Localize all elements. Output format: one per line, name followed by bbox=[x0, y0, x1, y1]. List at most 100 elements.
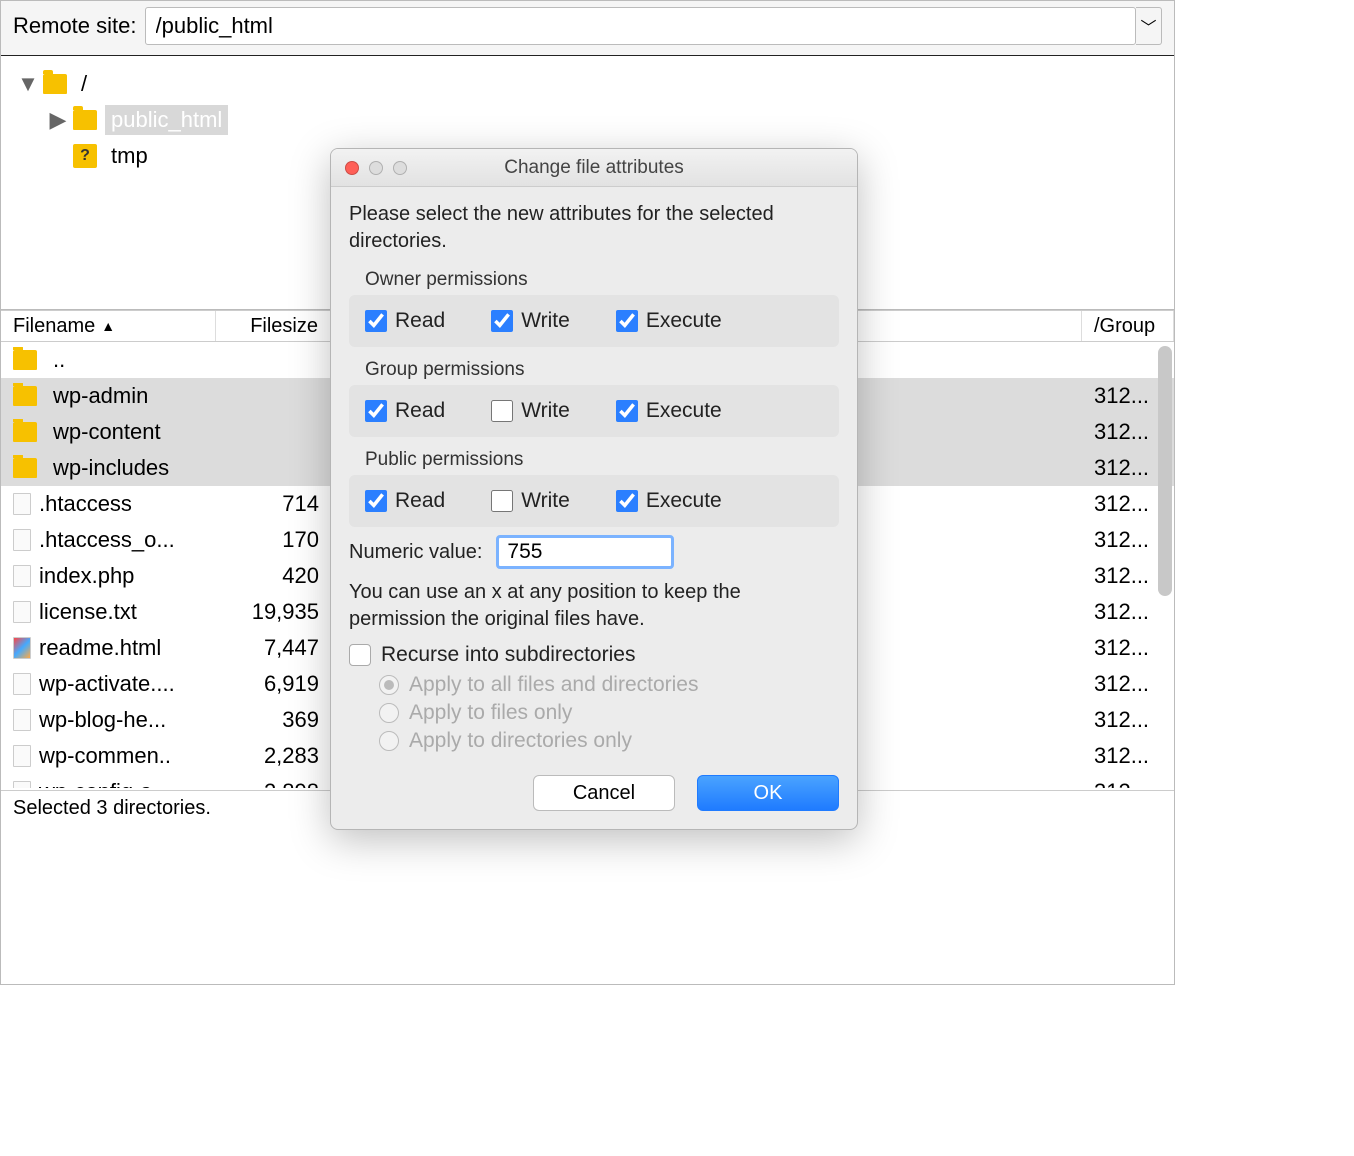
public-execute-checkbox[interactable]: Execute bbox=[616, 489, 722, 513]
column-filename-label: Filename bbox=[13, 315, 95, 338]
cell-filename: wp-activate.... bbox=[1, 671, 216, 697]
filename-text: wp-config-s bbox=[39, 779, 151, 788]
file-icon bbox=[13, 493, 31, 515]
group-read-checkbox[interactable]: Read bbox=[365, 399, 445, 423]
public-read-checkbox[interactable]: Read bbox=[365, 489, 445, 513]
public-permissions-label: Public permissions bbox=[349, 445, 839, 475]
close-window-icon[interactable] bbox=[345, 161, 359, 175]
cell-filesize: 420 bbox=[216, 563, 331, 589]
remote-path-input[interactable] bbox=[145, 7, 1137, 45]
owner-execute-checkbox[interactable]: Execute bbox=[616, 309, 722, 333]
cell-filename: wp-config-s bbox=[1, 779, 216, 788]
vertical-scrollbar[interactable] bbox=[1158, 346, 1172, 784]
cell-filesize: 6,919 bbox=[216, 671, 331, 697]
recurse-checkbox[interactable]: Recurse into subdirectories bbox=[349, 643, 839, 667]
cell-filesize: 369 bbox=[216, 707, 331, 733]
file-icon bbox=[13, 709, 31, 731]
numeric-value-input[interactable] bbox=[496, 535, 674, 569]
file-icon bbox=[13, 673, 31, 695]
column-owner-group[interactable]: /Group bbox=[1082, 311, 1174, 341]
cell-filename: index.php bbox=[1, 563, 216, 589]
dialog-buttons: Cancel OK bbox=[349, 775, 839, 811]
dialog-titlebar[interactable]: Change file attributes bbox=[331, 149, 857, 187]
dialog-title: Change file attributes bbox=[331, 157, 857, 179]
column-filename[interactable]: Filename ▲ bbox=[1, 311, 216, 341]
change-attributes-dialog: Change file attributes Please select the… bbox=[330, 148, 858, 830]
cell-filename: wp-admin bbox=[1, 383, 216, 409]
filename-text: readme.html bbox=[39, 635, 161, 661]
ok-button[interactable]: OK bbox=[697, 775, 839, 811]
file-icon bbox=[13, 565, 31, 587]
apply-all-radio: Apply to all files and directories bbox=[379, 673, 839, 697]
cell-filename: readme.html bbox=[1, 635, 216, 661]
tree-item-label: public_html bbox=[105, 105, 228, 135]
cancel-button[interactable]: Cancel bbox=[533, 775, 675, 811]
group-permissions: Read Write Execute bbox=[349, 385, 839, 437]
apply-files-radio: Apply to files only bbox=[379, 701, 839, 725]
window-controls bbox=[331, 161, 407, 175]
minimize-window-icon bbox=[369, 161, 383, 175]
apply-dirs-radio: Apply to directories only bbox=[379, 729, 839, 753]
dialog-body: Please select the new attributes for the… bbox=[331, 187, 857, 829]
folder-icon bbox=[73, 110, 97, 130]
numeric-hint: You can use an x at any position to keep… bbox=[349, 579, 839, 633]
remote-site-bar: Remote site: ﹀ bbox=[1, 1, 1174, 55]
folder-icon bbox=[13, 350, 37, 370]
radio-icon bbox=[379, 731, 399, 751]
numeric-value-row: Numeric value: bbox=[349, 535, 839, 569]
filename-text: wp-commen.. bbox=[39, 743, 171, 769]
folder-icon bbox=[13, 458, 37, 478]
cell-filename: wp-blog-he... bbox=[1, 707, 216, 733]
file-icon bbox=[13, 745, 31, 767]
folder-icon bbox=[13, 386, 37, 406]
tree-collapse-icon[interactable]: ▼ bbox=[19, 71, 37, 97]
filename-text: wp-admin bbox=[53, 383, 148, 409]
group-execute-checkbox[interactable]: Execute bbox=[616, 399, 722, 423]
cell-filename: .htaccess_o... bbox=[1, 527, 216, 553]
recurse-options: Apply to all files and directories Apply… bbox=[349, 673, 839, 753]
column-filesize[interactable]: Filesize bbox=[216, 311, 331, 341]
filename-text: wp-blog-he... bbox=[39, 707, 166, 733]
tree-item-public-html[interactable]: ▶ public_html bbox=[15, 102, 1160, 138]
filename-text: .htaccess_o... bbox=[39, 527, 175, 553]
cell-filename: license.txt bbox=[1, 599, 216, 625]
radio-icon bbox=[379, 675, 399, 695]
cell-filename: .. bbox=[1, 347, 216, 373]
tree-item-label: tmp bbox=[105, 141, 154, 171]
group-write-checkbox[interactable]: Write bbox=[491, 399, 570, 423]
public-write-checkbox[interactable]: Write bbox=[491, 489, 570, 513]
file-icon bbox=[13, 529, 31, 551]
public-permissions: Read Write Execute bbox=[349, 475, 839, 527]
filename-text: wp-includes bbox=[53, 455, 169, 481]
cell-filesize: 7,447 bbox=[216, 635, 331, 661]
tree-expand-icon[interactable]: ▶ bbox=[49, 107, 67, 133]
scrollbar-thumb[interactable] bbox=[1158, 346, 1172, 596]
cell-filesize: 714 bbox=[216, 491, 331, 517]
owner-permissions: Read Write Execute bbox=[349, 295, 839, 347]
file-icon bbox=[13, 781, 31, 788]
file-icon bbox=[13, 601, 31, 623]
cell-filename: wp-content bbox=[1, 419, 216, 445]
html-file-icon bbox=[13, 637, 31, 659]
owner-permissions-label: Owner permissions bbox=[349, 265, 839, 295]
filename-text: index.php bbox=[39, 563, 134, 589]
owner-read-checkbox[interactable]: Read bbox=[365, 309, 445, 333]
cell-filename: .htaccess bbox=[1, 491, 216, 517]
numeric-value-label: Numeric value: bbox=[349, 541, 482, 564]
cell-filesize: 2 898 bbox=[216, 779, 331, 788]
remote-path-dropdown[interactable]: ﹀ bbox=[1136, 7, 1162, 45]
unknown-folder-icon: ? bbox=[73, 144, 97, 168]
tree-root-label: / bbox=[75, 69, 93, 99]
filename-text: wp-content bbox=[53, 419, 161, 445]
tree-root[interactable]: ▼ / bbox=[15, 66, 1160, 102]
group-permissions-label: Group permissions bbox=[349, 355, 839, 385]
cell-filename: wp-commen.. bbox=[1, 743, 216, 769]
folder-icon bbox=[13, 422, 37, 442]
filename-text: wp-activate.... bbox=[39, 671, 175, 697]
filename-text: .htaccess bbox=[39, 491, 132, 517]
cell-filename: wp-includes bbox=[1, 455, 216, 481]
owner-write-checkbox[interactable]: Write bbox=[491, 309, 570, 333]
remote-site-label: Remote site: bbox=[13, 13, 137, 39]
filename-text: .. bbox=[53, 347, 65, 373]
cell-filesize: 170 bbox=[216, 527, 331, 553]
